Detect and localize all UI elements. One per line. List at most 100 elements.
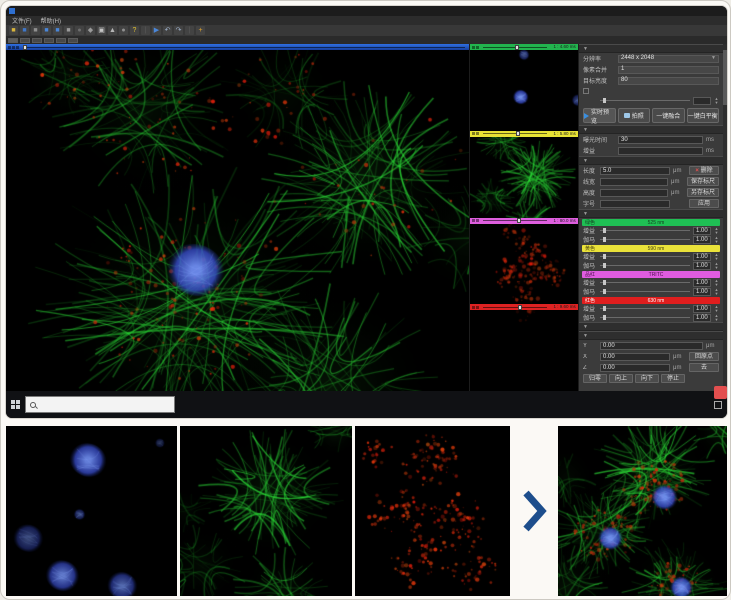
stage-section-header[interactable]: ▼ — [579, 331, 723, 340]
record-icon[interactable]: ● — [75, 26, 84, 35]
start-button-icon[interactable] — [11, 400, 21, 410]
spinner-icon[interactable]: ▲▼ — [714, 253, 719, 261]
scalebar-section-header[interactable]: ▼ — [579, 156, 723, 165]
camera-icon[interactable]: ■ — [31, 26, 40, 35]
gamma-slider-handle[interactable] — [603, 315, 606, 320]
value-field[interactable] — [600, 189, 668, 197]
copy-icon[interactable]: ■ — [64, 26, 73, 35]
gain-slider-handle[interactable] — [603, 254, 606, 259]
spinner-icon[interactable]: ▲▼ — [714, 305, 719, 313]
stage-action-button[interactable]: 去 — [689, 363, 719, 372]
slider-track[interactable] — [483, 220, 547, 221]
channel-color-bar[interactable]: 绿色 525 nm — [582, 219, 720, 226]
camera-setting-field[interactable]: 1 — [618, 66, 719, 74]
gamma-slider-handle[interactable] — [603, 263, 606, 268]
exposure-value-field[interactable] — [693, 97, 711, 105]
separator[interactable]: | — [185, 26, 194, 35]
value-field[interactable]: 30 — [618, 136, 703, 144]
image-tab[interactable] — [44, 38, 54, 43]
thumb-canvas-4[interactable] — [470, 310, 578, 391]
gamma-value-field[interactable]: 1.00 — [693, 262, 711, 270]
scalebar-action-button[interactable]: 保存标尺 — [687, 177, 719, 186]
help-icon[interactable]: ? — [130, 26, 139, 35]
spinner-icon[interactable]: ▲▼ — [714, 279, 719, 287]
channel-slider-handle[interactable] — [515, 45, 519, 50]
settings-gear-icon[interactable]: ● — [119, 26, 128, 35]
gain-slider-handle[interactable] — [603, 306, 606, 311]
camera-setting-field[interactable]: 2448 x 2048▼ — [618, 55, 719, 63]
capture-button[interactable]: 拍照 — [618, 108, 651, 123]
separator[interactable]: | — [141, 26, 150, 35]
exposure-slider-handle[interactable] — [603, 98, 606, 103]
grid-icon[interactable]: ▣ — [97, 26, 106, 35]
image-tab[interactable] — [56, 38, 66, 43]
channel-slider-handle[interactable] — [516, 131, 520, 136]
gamma-slider[interactable] — [600, 265, 690, 266]
gain-slider-handle[interactable] — [603, 228, 606, 233]
spinner-icon[interactable]: ▲▼ — [714, 97, 719, 105]
slider-track[interactable] — [23, 47, 465, 48]
stage-jog-button[interactable]: 向下 — [635, 374, 659, 383]
slider-track[interactable] — [483, 47, 547, 48]
capture-button[interactable]: 一键白平衡 — [687, 108, 720, 123]
image-tab[interactable] — [8, 38, 18, 43]
gamma-slider[interactable] — [600, 317, 690, 318]
image-icon-1[interactable]: ■ — [42, 26, 51, 35]
main-slider-handle[interactable] — [23, 45, 27, 50]
slider-track[interactable] — [483, 307, 547, 308]
spinner-icon[interactable]: ▲▼ — [714, 288, 719, 296]
stage-jog-button[interactable]: 归零 — [583, 374, 607, 383]
capture-button[interactable]: 一键融合 — [652, 108, 685, 123]
menu-item[interactable]: 文件(F) — [12, 16, 32, 25]
channel-slider-handle[interactable] — [518, 305, 522, 310]
channel-slider-handle[interactable] — [517, 218, 521, 223]
value-field[interactable] — [600, 200, 670, 208]
channel-color-bar[interactable]: 品红 TRITC — [582, 271, 720, 278]
gamma-value-field[interactable]: 1.00 — [693, 236, 711, 244]
spinner-icon[interactable]: ▲▼ — [714, 314, 719, 322]
channels-section-header[interactable]: ▼ — [579, 209, 723, 218]
gain-slider-handle[interactable] — [603, 280, 606, 285]
open-folder-icon[interactable]: ■ — [9, 26, 18, 35]
value-field[interactable] — [618, 147, 703, 155]
gain-slider[interactable] — [600, 308, 690, 309]
gamma-slider[interactable] — [600, 239, 690, 240]
gamma-value-field[interactable]: 1.00 — [693, 288, 711, 296]
capture-button[interactable]: 实时预览 — [583, 108, 616, 123]
overlay-close-button[interactable] — [714, 386, 727, 399]
scalebar-action-button[interactable]: 应用 — [689, 199, 719, 208]
gain-value-field[interactable]: 1.00 — [693, 227, 711, 235]
thumb-canvas-1[interactable] — [470, 50, 578, 131]
camera-setting-field[interactable]: 80 — [618, 77, 719, 85]
gamma-slider-handle[interactable] — [603, 237, 606, 242]
exposure-slider[interactable] — [600, 100, 690, 101]
image-tab[interactable] — [32, 38, 42, 43]
undo-icon[interactable]: ↶ — [163, 26, 172, 35]
stage-position-field[interactable]: 0.00 — [600, 342, 703, 350]
gamma-slider-handle[interactable] — [603, 289, 606, 294]
annotate-pen-icon[interactable]: ▲ — [108, 26, 117, 35]
gain-slider[interactable] — [600, 256, 690, 257]
gain-value-field[interactable]: 1.00 — [693, 253, 711, 261]
manual-exposure-header[interactable]: ▼ — [579, 125, 723, 134]
thumb-canvas-2[interactable] — [470, 137, 578, 218]
stage-action-button[interactable]: 回原点 — [689, 352, 719, 361]
auto-exposure-checkbox[interactable] — [583, 88, 589, 94]
main-image-canvas[interactable] — [6, 50, 469, 391]
image-tab[interactable] — [20, 38, 30, 43]
taskbar-search-input[interactable] — [25, 396, 175, 413]
gamma-slider[interactable] — [600, 291, 690, 292]
gain-value-field[interactable]: 1.00 — [693, 305, 711, 313]
stage-position-field[interactable]: 0.00 — [600, 364, 670, 372]
thumb-canvas-3[interactable] — [470, 224, 578, 305]
value-field[interactable] — [600, 178, 668, 186]
display-section-header[interactable]: ▼ — [579, 322, 723, 331]
save-icon[interactable]: ■ — [20, 26, 29, 35]
image-icon-2[interactable]: ■ — [53, 26, 62, 35]
spinner-icon[interactable]: ▲▼ — [714, 227, 719, 235]
gain-slider[interactable] — [600, 230, 690, 231]
menu-item[interactable]: 帮助(H) — [41, 16, 61, 25]
value-field[interactable]: 5.0 — [600, 167, 670, 175]
spinner-icon[interactable]: ▲▼ — [714, 262, 719, 270]
panel-scrollbar[interactable] — [723, 44, 727, 391]
